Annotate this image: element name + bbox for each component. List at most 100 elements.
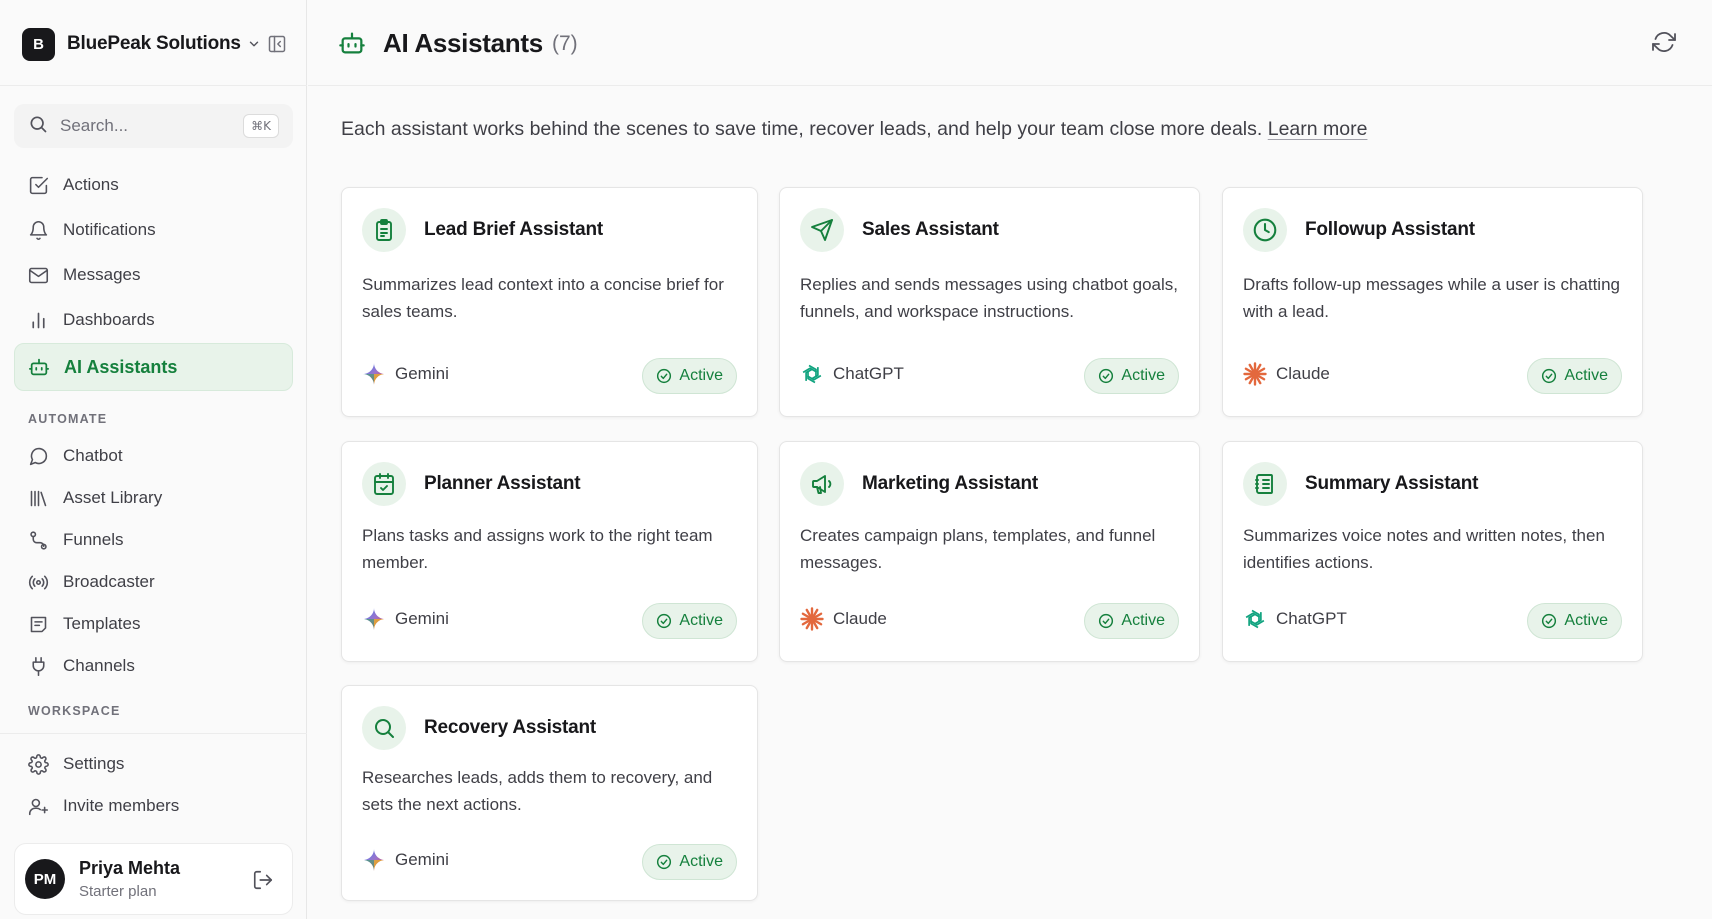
assistant-description: Summarizes lead context into a concise b… [362, 275, 724, 321]
sidebar-item-label: Funnels [63, 530, 124, 549]
model-label: Gemini [362, 607, 449, 631]
sidebar-item-channels[interactable]: Channels [14, 644, 293, 688]
sidebar-item-invite-members[interactable]: Invite members [14, 784, 293, 828]
sidebar-item-asset-library[interactable]: Asset Library [14, 476, 293, 520]
sidebar-item-label: Invite members [63, 796, 180, 815]
status-label: Active [679, 612, 723, 629]
assistant-card[interactable]: Summary Assistant Summarizes voice notes… [1222, 441, 1643, 662]
sidebar-item-label: Dashboards [63, 310, 155, 329]
route-icon [27, 529, 49, 551]
sidebar-item-actions[interactable]: Actions [14, 163, 293, 207]
assistant-description: Summarizes voice notes and written notes… [1243, 526, 1605, 572]
model-label: Gemini [362, 848, 449, 872]
model-name: Claude [1276, 364, 1330, 383]
user-plan: Starter plan [79, 883, 157, 900]
sidebar-item-label: Broadcaster [63, 572, 155, 591]
user-profile-card[interactable]: PM Priya Mehta Starter plan [14, 843, 293, 915]
assistant-name: Marketing Assistant [862, 473, 1039, 494]
bot-icon [28, 356, 50, 378]
workspace-name: BluePeak Solutions [67, 33, 241, 54]
assistant-card[interactable]: Marketing Assistant Creates campaign pla… [779, 441, 1200, 662]
model-name: ChatGPT [1276, 609, 1347, 628]
calendar-check-icon [362, 462, 406, 506]
sidebar-item-funnels[interactable]: Funnels [14, 518, 293, 562]
user-plus-icon [27, 795, 49, 817]
sidebar-item-label: Actions [63, 175, 119, 194]
learn-more-link[interactable]: Learn more [1268, 118, 1368, 140]
assistant-name: Sales Assistant [862, 219, 999, 240]
user-name: Priya Mehta [79, 858, 181, 878]
sidebar-item-label: Templates [63, 614, 141, 633]
sidebar-item-label: AI Assistants [64, 356, 178, 377]
assistant-card[interactable]: Sales Assistant Replies and sends messag… [779, 187, 1200, 417]
assistant-description: Replies and sends messages using chatbot… [800, 275, 1179, 321]
sidebar-item-ai-assistants[interactable]: AI Assistants [14, 343, 293, 391]
status-badge: Active [1527, 358, 1622, 394]
message-circle-icon [27, 445, 49, 467]
status-badge: Active [642, 603, 737, 639]
status-label: Active [1564, 612, 1608, 629]
page-title: AI Assistants [383, 28, 543, 58]
assistant-card[interactable]: Lead Brief Assistant Summarizes lead con… [341, 187, 758, 417]
model-name: Claude [833, 609, 887, 628]
sidebar-item-chatbot[interactable]: Chatbot [14, 434, 293, 478]
megaphone-icon [800, 462, 844, 506]
intro-text: Each assistant works behind the scenes t… [341, 118, 1367, 141]
claude-icon [1243, 362, 1267, 386]
chatgpt-icon [800, 362, 824, 386]
clipboard-icon [362, 208, 406, 252]
assistant-count: (7) [552, 32, 578, 55]
assistant-description: Drafts follow-up messages while a user i… [1243, 275, 1620, 321]
check-square-icon [27, 174, 49, 196]
status-label: Active [1564, 367, 1608, 384]
model-label: ChatGPT [800, 362, 904, 386]
chatgpt-icon [1243, 607, 1267, 631]
sidebar-item-label: Channels [63, 656, 135, 675]
assistant-card[interactable]: Planner Assistant Plans tasks and assign… [341, 441, 758, 662]
model-name: Gemini [395, 364, 449, 383]
sidebar-item-messages[interactable]: Messages [14, 253, 293, 297]
sidebar-item-label: Settings [63, 754, 125, 773]
search-icon [362, 706, 406, 750]
assistant-card[interactable]: Followup Assistant Drafts follow-up mess… [1222, 187, 1643, 417]
status-badge: Active [1527, 603, 1622, 639]
assistant-description: Creates campaign plans, templates, and f… [800, 526, 1156, 572]
sidebar-collapse-icon[interactable] [267, 34, 287, 54]
model-label: Claude [1243, 362, 1330, 386]
library-icon [27, 487, 49, 509]
notes-icon [1243, 462, 1287, 506]
workspace-logo: B [22, 27, 55, 61]
model-label: ChatGPT [1243, 607, 1347, 631]
model-name: Gemini [395, 850, 449, 869]
logout-icon[interactable] [252, 869, 274, 891]
sidebar-item-dashboards[interactable]: Dashboards [14, 298, 293, 342]
model-label: Gemini [362, 362, 449, 386]
assistant-card[interactable]: Recovery Assistant Researches leads, add… [341, 685, 758, 901]
section-label-automate: AUTOMATE [28, 412, 108, 426]
workspace-switcher[interactable]: B BluePeak Solutions [22, 27, 287, 61]
search-box[interactable]: ⌘K [14, 104, 293, 148]
search-icon [28, 114, 48, 139]
bell-icon [27, 219, 49, 241]
refresh-icon[interactable] [1652, 30, 1678, 56]
check-circle-icon [1542, 368, 1557, 384]
sidebar-item-notifications[interactable]: Notifications [14, 208, 293, 252]
status-label: Active [1121, 367, 1165, 384]
mail-icon [27, 264, 49, 286]
sidebar-item-settings[interactable]: Settings [14, 742, 293, 786]
sidebar-item-broadcaster[interactable]: Broadcaster [14, 560, 293, 604]
sidebar: B BluePeak Solutions ⌘K Actions Notifica… [0, 0, 307, 919]
bar-chart-icon [27, 309, 49, 331]
check-circle-icon [657, 854, 672, 870]
status-badge: Active [1084, 358, 1179, 394]
gemini-icon [362, 362, 386, 386]
sidebar-item-label: Notifications [63, 220, 156, 239]
sidebar-item-templates[interactable]: Templates [14, 602, 293, 646]
clock-icon [1243, 208, 1287, 252]
model-label: Claude [800, 607, 887, 631]
status-label: Active [679, 367, 723, 384]
assistant-name: Summary Assistant [1305, 473, 1479, 494]
search-input[interactable] [60, 116, 230, 136]
status-badge: Active [1084, 603, 1179, 639]
status-badge: Active [642, 358, 737, 394]
